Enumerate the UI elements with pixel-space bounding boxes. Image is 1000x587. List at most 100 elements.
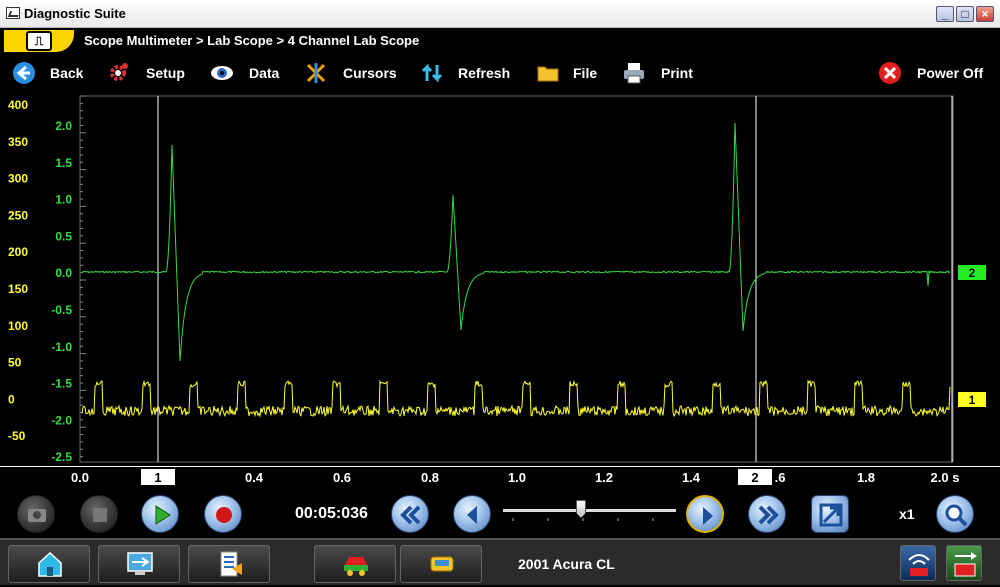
record-button[interactable] <box>204 495 242 533</box>
play-button[interactable] <box>141 495 179 533</box>
playback-controls: 00:05:036 x1 <box>0 488 1000 538</box>
checklist-icon <box>220 551 242 577</box>
expand-icon <box>819 503 843 527</box>
file-button[interactable]: File <box>536 60 597 86</box>
time-axis-canvas: 0.0.20.40.60.81.01.21.4.61.82.0 s 1 2 <box>0 466 1000 485</box>
green-axis-label: -0.5 <box>51 303 72 317</box>
usb-status-button[interactable] <box>946 545 982 581</box>
playback-slider[interactable] <box>503 500 676 524</box>
channel-2-trace <box>81 122 951 362</box>
slider-track <box>503 509 676 512</box>
yellow-axis-label: 50 <box>8 356 22 370</box>
refresh-icon <box>420 61 444 85</box>
scope-canvas[interactable]: 400 350 300 250 200 150 100 50 0 -50 2.0 1.5 1.0 0.5… <box>0 93 1000 465</box>
stop-button[interactable] <box>80 495 118 533</box>
fit-screen-button[interactable] <box>811 495 849 533</box>
data-button[interactable]: Data <box>210 60 279 86</box>
yellow-axis-label: -50 <box>8 429 26 443</box>
channel-2-marker-label: 2 <box>969 266 976 280</box>
record-icon <box>216 507 232 523</box>
time-axis-label: 0.8 <box>421 470 439 485</box>
back-arrow-icon <box>12 61 36 85</box>
maximize-icon: □ <box>961 7 969 21</box>
print-label: Print <box>661 65 693 81</box>
home-logo[interactable]: ⎍ <box>4 30 74 52</box>
fast-forward-button[interactable] <box>748 495 786 533</box>
time-axis-label: 1.4 <box>682 470 701 485</box>
breadcrumb: Scope Multimeter > Lab Scope > 4 Channel… <box>84 33 420 48</box>
zoom-level: x1 <box>899 506 915 522</box>
time-axis: 0.0.20.40.60.81.01.21.4.61.82.0 s 1 2 <box>0 466 1000 488</box>
minimize-icon: _ <box>941 7 949 21</box>
tools-button[interactable] <box>188 545 270 583</box>
slider-thumb[interactable] <box>576 500 586 518</box>
green-axis-label: -1.5 <box>51 377 72 391</box>
close-button[interactable]: × <box>976 6 994 22</box>
back-label: Back <box>50 65 84 81</box>
rewind-icon <box>400 505 421 525</box>
green-axis-label: -2.5 <box>51 450 72 464</box>
cursor-1-tag-label: 1 <box>154 470 161 485</box>
yellow-axis-label: 350 <box>8 135 28 149</box>
printer-icon <box>622 61 646 85</box>
refresh-button[interactable]: Refresh <box>420 60 510 86</box>
play-icon <box>155 505 171 525</box>
usb-icon <box>954 552 977 577</box>
power-off-label: Power Off <box>917 65 984 81</box>
print-button[interactable]: Print <box>622 60 693 86</box>
channel-1-marker-label: 1 <box>969 393 976 407</box>
cursors-button[interactable]: Cursors <box>304 60 397 86</box>
step-forward-button[interactable] <box>686 495 724 533</box>
yellow-axis-label: 150 <box>8 282 28 296</box>
green-axis-label: 0.0 <box>55 266 72 280</box>
vehicle-button[interactable] <box>314 545 396 583</box>
step-back-icon <box>467 506 477 524</box>
camera-icon <box>28 509 46 522</box>
setup-button[interactable]: Setup <box>106 60 185 86</box>
magnifier-icon <box>945 504 968 527</box>
eye-icon <box>210 61 234 85</box>
step-forward-icon <box>703 507 713 525</box>
home-icon <box>38 551 62 577</box>
power-off-button[interactable]: Power Off <box>878 60 983 86</box>
yellow-axis-labels: 400 350 300 250 200 150 100 50 0 -50 <box>8 98 28 443</box>
green-axis-label: -2.0 <box>51 413 72 427</box>
time-axis-label: 0.6 <box>333 470 351 485</box>
diagnostic-window: Diagnostic Suite _ □ × ⎍ Scope Multimete… <box>0 0 1000 585</box>
car-lift-icon <box>344 557 368 576</box>
rewind-button[interactable] <box>391 495 429 533</box>
gear-icon <box>106 61 130 85</box>
back-button[interactable]: Back <box>12 60 83 86</box>
home-button[interactable] <box>8 545 90 583</box>
minimize-button[interactable]: _ <box>936 6 954 22</box>
yellow-axis-label: 400 <box>8 98 28 112</box>
time-axis-label: 1.8 <box>857 470 875 485</box>
time-axis-labels: 0.0.20.40.60.81.01.21.4.61.82.0 s <box>71 470 960 485</box>
maximize-button[interactable]: □ <box>956 6 974 22</box>
snapshot-button[interactable] <box>17 495 55 533</box>
timecode: 00:05:036 <box>295 505 368 522</box>
yellow-axis-label: 300 <box>8 172 28 186</box>
green-axis-labels: 2.0 1.5 1.0 0.5 0.0 -0.5 -1.0 -1.5 -2.0 -2.5 <box>51 119 72 464</box>
meter-icon: ⎍ <box>26 31 52 51</box>
yellow-axis-label: 0 <box>8 392 15 406</box>
slider-ticks <box>512 518 654 521</box>
scanner-button[interactable] <box>400 545 482 583</box>
monitor-icon <box>127 552 153 575</box>
time-axis-label: 0.0 <box>71 470 89 485</box>
time-axis-label: 2.0 s <box>931 470 960 485</box>
app-icon <box>6 7 20 19</box>
taskbar: 2001 Acura CL <box>0 538 1000 585</box>
yellow-axis-label: 250 <box>8 208 28 222</box>
zoom-button[interactable] <box>936 495 974 533</box>
connection-status-button[interactable] <box>900 545 936 581</box>
screen-button[interactable] <box>98 545 180 583</box>
data-label: Data <box>249 65 280 81</box>
scope-display[interactable]: 400 350 300 250 200 150 100 50 0 -50 2.0 1.5 1.0 0.5… <box>0 93 1000 465</box>
time-axis-label: 1.0 <box>508 470 526 485</box>
step-back-button[interactable] <box>453 495 491 533</box>
green-axis-label: 0.5 <box>55 229 72 243</box>
file-label: File <box>573 65 598 81</box>
cursors-icon <box>304 61 328 85</box>
breadcrumb-bar: ⎍ Scope Multimeter > Lab Scope > 4 Chann… <box>0 28 1000 54</box>
